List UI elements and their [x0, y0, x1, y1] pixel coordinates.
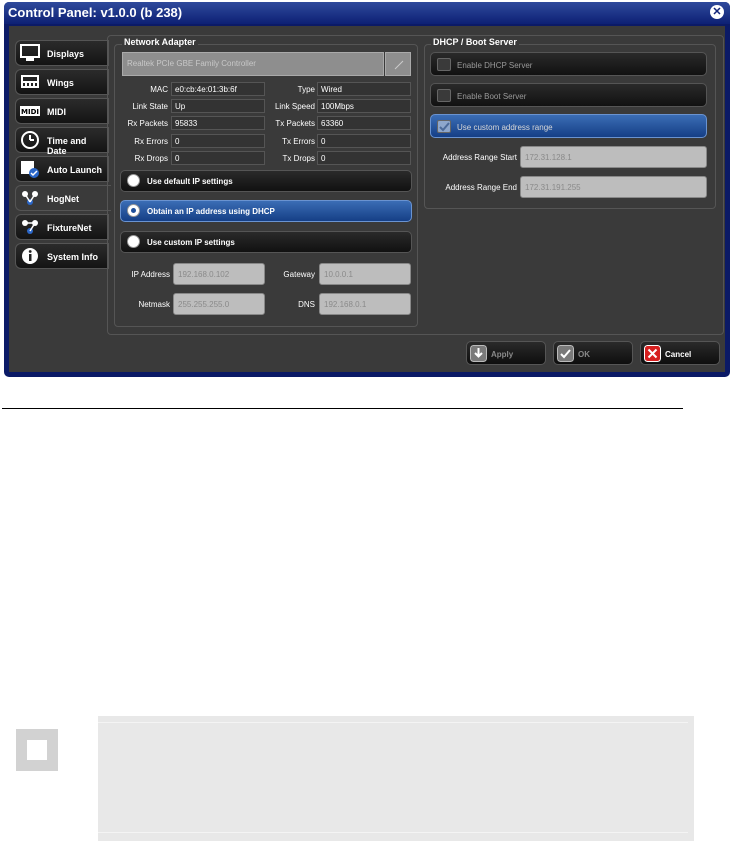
tab-system-info[interactable]: System Info	[15, 243, 109, 269]
dns-label: DNS	[298, 300, 315, 309]
option-label: Use custom IP settings	[147, 238, 235, 247]
link-state-label: Link State	[132, 102, 168, 111]
rx-packets-value: 95833	[171, 116, 265, 130]
tab-time-and-date[interactable]: Time and Date	[15, 127, 109, 156]
tx-drops-value: 0	[317, 151, 411, 165]
midi-icon: MIDI	[20, 106, 40, 116]
tab-label: Displays	[47, 49, 85, 59]
ok-label: OK	[578, 350, 590, 359]
gateway-input[interactable]: 10.0.0.1	[319, 263, 411, 285]
wing-icon	[21, 75, 39, 88]
option-dhcp[interactable]: Obtain an IP address using DHCP	[120, 200, 412, 222]
tab-label: Auto Launch	[47, 165, 102, 175]
rx-errors-value: 0	[171, 134, 265, 148]
network-adapter-title: Network Adapter	[122, 37, 198, 47]
dns-input[interactable]: 192.168.0.1	[319, 293, 411, 315]
tab-label: FixtureNet	[47, 223, 92, 233]
tx-errors-label: Tx Errors	[282, 137, 315, 146]
type-value: Wired	[317, 82, 411, 96]
range-end-input[interactable]: 172.31.191.255	[520, 176, 707, 198]
tab-fixturenet[interactable]: FixtureNet	[15, 214, 109, 240]
title-bar[interactable]: Control Panel: v1.0.0 (b 238) ✕	[4, 2, 730, 24]
adapter-select[interactable]: Realtek PCIe GBE Family Controller	[122, 52, 384, 76]
apply-button[interactable]: Apply	[466, 341, 546, 365]
chevron-down-icon	[394, 60, 404, 70]
note-box	[98, 716, 694, 841]
window-title: Control Panel: v1.0.0 (b 238)	[8, 5, 183, 20]
enable-boot-server-checkbox[interactable]: Enable Boot Server	[430, 83, 707, 107]
checkbox-box[interactable]	[437, 58, 451, 71]
checkbox-label: Use custom address range	[457, 123, 553, 132]
horizontal-rule	[2, 408, 683, 409]
control-panel-window: Control Panel: v1.0.0 (b 238) ✕ Displays…	[4, 2, 730, 377]
ip-address-input[interactable]: 192.168.0.102	[173, 263, 265, 285]
checkmark-icon	[557, 345, 574, 362]
network-icon	[22, 191, 38, 205]
option-default-ip[interactable]: Use default IP settings	[120, 170, 412, 192]
checkbox-box[interactable]	[437, 89, 451, 102]
checkbox-box-checked[interactable]	[437, 120, 451, 133]
tab-hognet[interactable]: HogNet	[15, 185, 111, 211]
adapter-dropdown-button[interactable]	[385, 52, 411, 76]
tab-midi[interactable]: MIDI MIDI	[15, 98, 109, 124]
tab-label: Time and Date	[47, 136, 87, 156]
custom-address-range-checkbox[interactable]: Use custom address range	[430, 114, 707, 138]
rx-packets-label: Rx Packets	[127, 119, 168, 128]
cancel-button[interactable]: Cancel	[640, 341, 720, 365]
range-end-label: Address Range End	[445, 183, 517, 192]
apply-icon	[470, 345, 487, 362]
option-label: Use default IP settings	[147, 177, 233, 186]
tx-packets-value: 63360	[317, 116, 411, 130]
tx-errors-value: 0	[317, 134, 411, 148]
tab-label: HogNet	[47, 194, 79, 204]
clock-icon	[21, 131, 39, 149]
tab-label: System Info	[47, 252, 99, 262]
link-speed-label: Link Speed	[274, 102, 315, 111]
radio-button[interactable]	[127, 174, 140, 187]
tab-displays[interactable]: Displays	[15, 40, 109, 66]
ok-button[interactable]: OK	[553, 341, 633, 365]
tab-auto-launch[interactable]: Auto Launch	[15, 156, 109, 182]
close-icon[interactable]: ✕	[710, 5, 724, 19]
link-state-value: Up	[171, 99, 265, 113]
auto-launch-icon	[21, 161, 39, 178]
tab-label: Wings	[47, 78, 74, 88]
ip-address-label: IP Address	[131, 270, 170, 279]
info-icon	[22, 248, 38, 264]
cancel-label: Cancel	[665, 350, 692, 359]
tab-wings[interactable]: Wings	[15, 69, 109, 95]
cancel-icon	[644, 345, 661, 362]
tx-drops-label: Tx Drops	[282, 154, 315, 163]
checkbox-label: Enable DHCP Server	[457, 61, 533, 70]
checkmark-icon	[439, 122, 450, 132]
fixturenet-icon	[22, 220, 38, 234]
gateway-label: Gateway	[283, 270, 315, 279]
netmask-input[interactable]: 255.255.255.0	[173, 293, 265, 315]
rx-errors-label: Rx Errors	[134, 137, 168, 146]
tx-packets-label: Tx Packets	[275, 119, 315, 128]
apply-label: Apply	[491, 350, 514, 359]
monitor-icon	[20, 44, 40, 61]
note-icon	[16, 729, 58, 771]
range-start-label: Address Range Start	[442, 153, 517, 162]
option-label: Obtain an IP address using DHCP	[147, 207, 275, 216]
mac-value: e0:cb:4e:01:3b:6f	[171, 82, 265, 96]
range-start-input[interactable]: 172.31.128.1	[520, 146, 707, 168]
link-speed-value: 100Mbps	[317, 99, 411, 113]
tab-label: MIDI	[47, 107, 66, 117]
netmask-label: Netmask	[138, 300, 170, 309]
type-label: Type	[297, 85, 315, 94]
svg-text:MIDI: MIDI	[21, 108, 39, 116]
radio-button[interactable]	[127, 235, 140, 248]
rx-drops-value: 0	[171, 151, 265, 165]
rx-drops-label: Rx Drops	[134, 154, 168, 163]
option-custom-ip[interactable]: Use custom IP settings	[120, 231, 412, 253]
checkbox-label: Enable Boot Server	[457, 92, 527, 101]
radio-button-selected[interactable]	[127, 204, 140, 217]
mac-label: MAC	[150, 85, 168, 94]
enable-dhcp-server-checkbox[interactable]: Enable DHCP Server	[430, 52, 707, 76]
dhcp-title: DHCP / Boot Server	[431, 37, 519, 47]
